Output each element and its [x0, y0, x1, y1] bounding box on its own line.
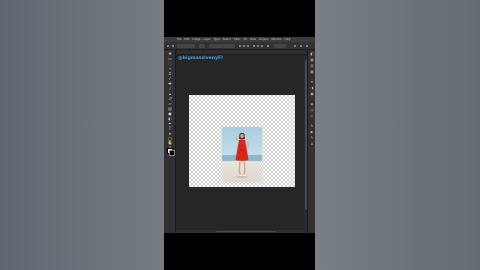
home-icon[interactable] [167, 45, 169, 47]
align-left-icon[interactable] [239, 45, 241, 47]
transform-controls-checkbox[interactable] [209, 44, 235, 48]
share-icon[interactable] [306, 45, 308, 47]
video-letterbox-left [0, 0, 164, 270]
woman-in-red-dress [235, 132, 249, 179]
panel-dock: ◧ ▦ ▥ ▩ ≡ ◑ ▣ ◈ ◎ ◇ ↻ ▶ ✎ A [307, 50, 315, 233]
horizontal-scrollbar[interactable] [216, 230, 276, 233]
properties-icon[interactable]: ≡ [310, 80, 314, 84]
gradients-icon[interactable]: ▥ [310, 64, 314, 68]
video-frame: File Edit Image Layer Type Select Filter… [164, 0, 315, 270]
tools-panel: ✥ ▭ ◌ ✧ ⌗ ⁄ ✚ ∕ ▴ ↺ ▱ ▤ ● ◐ ✒ T ➤ □ ✋ ⌕ [164, 50, 176, 233]
actions-icon[interactable]: ▶ [310, 130, 314, 134]
move-tool-icon [172, 45, 174, 47]
background-color-swatch[interactable] [169, 150, 175, 156]
layer-dropdown[interactable] [199, 44, 205, 48]
align-top-icon[interactable] [253, 45, 255, 47]
status-bar [176, 230, 307, 233]
channels-icon[interactable]: ◎ [310, 108, 314, 112]
photoshop-window: File Edit Image Layer Type Select Filter… [164, 37, 315, 233]
patterns-icon[interactable]: ▩ [310, 70, 314, 74]
layers-icon[interactable]: ◈ [310, 102, 314, 106]
color-panel-icon[interactable]: ◧ [310, 52, 314, 56]
align-bottom-icon[interactable] [261, 45, 263, 47]
more-options-icon[interactable] [267, 45, 269, 47]
character-icon[interactable]: A [310, 142, 314, 146]
document-canvas[interactable] [189, 95, 295, 187]
watermark-handle: @bigmassivenyFl [178, 56, 223, 61]
options-bar [164, 42, 315, 50]
video-letterbox-right [315, 0, 480, 270]
auto-select-dropdown[interactable] [177, 44, 195, 48]
align-right-icon[interactable] [247, 45, 249, 47]
search-icon[interactable] [294, 45, 296, 47]
placed-photo-layer[interactable] [222, 127, 262, 182]
adjustments-icon[interactable]: ◑ [310, 86, 314, 90]
brushes-icon[interactable]: ✎ [310, 136, 314, 140]
swatches-icon[interactable]: ▦ [310, 58, 314, 62]
paths-icon[interactable]: ◇ [310, 114, 314, 118]
workspace-icon[interactable] [300, 45, 302, 47]
document-tab[interactable] [177, 50, 307, 55]
align-center-icon[interactable] [243, 45, 245, 47]
history-icon[interactable]: ↻ [310, 124, 314, 128]
libraries-icon[interactable]: ▣ [310, 92, 314, 96]
align-middle-icon[interactable] [257, 45, 259, 47]
3d-mode-group[interactable] [274, 44, 286, 48]
